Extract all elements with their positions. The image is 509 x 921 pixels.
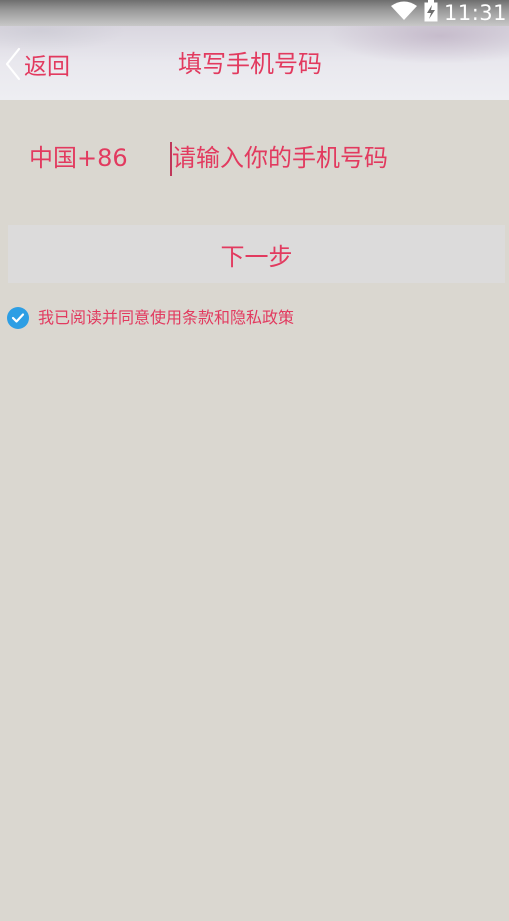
agreement-text[interactable]: 我已阅读并同意使用条款和隐私政策 <box>38 307 294 329</box>
status-bar: 11:31 <box>0 0 509 26</box>
next-step-button[interactable]: 下一步 <box>8 225 505 283</box>
agreement-row: 我已阅读并同意使用条款和隐私政策 <box>7 306 294 330</box>
phone-row: 中国+86 <box>0 128 509 190</box>
screen: 11:31 返回 填写手机号码 中国+86 下一步 我已阅读并同意使用条款和隐私… <box>0 0 509 921</box>
page-title: 填写手机号码 <box>178 50 322 78</box>
header: 返回 填写手机号码 <box>0 26 509 100</box>
wifi-icon <box>390 1 418 25</box>
back-button[interactable]: 返回 <box>4 44 70 84</box>
country-code-selector[interactable]: 中国+86 <box>29 140 128 176</box>
checkbox-checked-icon[interactable] <box>7 307 29 329</box>
battery-charging-icon <box>424 0 438 26</box>
back-label: 返回 <box>24 54 70 80</box>
status-right: 11:31 <box>390 0 509 26</box>
status-time: 11:31 <box>443 1 507 25</box>
phone-number-input[interactable] <box>172 138 492 178</box>
chevron-left-icon <box>4 47 22 81</box>
